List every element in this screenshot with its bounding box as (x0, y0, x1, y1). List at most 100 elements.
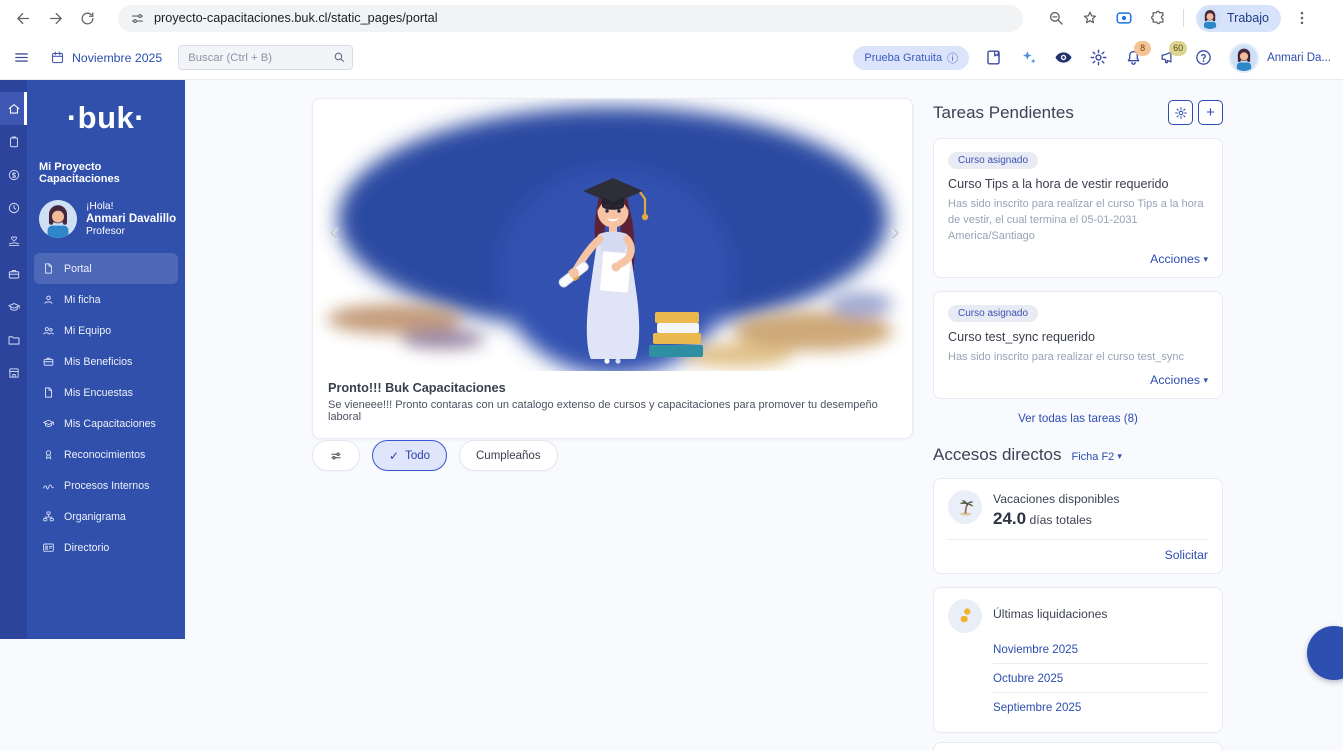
preview-eye-icon[interactable] (1054, 48, 1074, 68)
announcements-count-badge: 60 (1169, 41, 1187, 56)
solicitar-link[interactable]: Solicitar (948, 548, 1208, 562)
vacations-card: Vacaciones disponibles 24.0 días totales… (933, 478, 1223, 574)
rail-home-icon[interactable] (0, 92, 27, 125)
task-actions-dropdown[interactable]: Acciones ▾ (948, 252, 1208, 266)
task-description: Has sido inscrito para realizar el curso… (948, 350, 1208, 366)
media-control-icon[interactable] (1111, 5, 1137, 31)
notifications-bell-icon[interactable]: 8 (1124, 48, 1144, 68)
company-name: Mi Proyecto Capacitaciones (39, 161, 185, 185)
rail-wellness-icon[interactable] (0, 224, 27, 257)
sidebar-item-mi-equipo[interactable]: Mi Equipo (34, 315, 178, 346)
sidebar-item-mi-ficha[interactable]: Mi ficha (34, 284, 178, 315)
task-actions-dropdown[interactable]: Acciones ▾ (948, 373, 1208, 387)
carousel-next-icon[interactable]: › (890, 217, 900, 247)
rail-remunerations-icon[interactable] (0, 158, 27, 191)
search-icon[interactable] (332, 50, 346, 64)
graduation-illustration (313, 99, 912, 371)
payslip-month-link[interactable]: Octubre 2025 (993, 664, 1208, 693)
filter-settings-chip[interactable] (312, 440, 360, 471)
sidebar-item-portal[interactable]: Portal (34, 253, 178, 284)
tasks-add-button[interactable]: + (1198, 100, 1223, 125)
rail-clipboard-icon[interactable] (0, 125, 27, 158)
right-panel: Tareas Pendientes + Curso asignado Curso… (933, 100, 1223, 751)
forward-icon[interactable] (42, 5, 68, 31)
carousel-subtitle: Se vieneee!!! Pronto contaras con un cat… (328, 399, 897, 423)
view-all-tasks-link[interactable]: Ver todas las tareas (8) (933, 412, 1223, 425)
signature-icon (42, 479, 55, 492)
payslips-card: Últimas liquidaciones Noviembre 2025 Oct… (933, 587, 1223, 733)
rail-training-icon[interactable] (0, 290, 27, 323)
feed-filters: ✓ Todo Cumpleaños (312, 440, 558, 471)
sidebar-user-name: Anmari Davalillo (86, 213, 176, 225)
browser-profile-chip[interactable]: Trabajo (1196, 5, 1281, 32)
sidebar-item-organigrama[interactable]: Organigrama (34, 501, 178, 532)
trial-badge[interactable]: Prueba Gratuita ⓘ (853, 46, 969, 70)
back-icon[interactable] (10, 5, 36, 31)
payslip-month-link[interactable]: Noviembre 2025 (993, 635, 1208, 664)
sidebar-item-procesos-internos[interactable]: Procesos Internos (34, 470, 178, 501)
period-label: Noviembre 2025 (72, 51, 162, 65)
palm-tree-icon (948, 490, 982, 524)
org-chart-icon (42, 510, 55, 523)
sidebar-item-mis-beneficios[interactable]: Mis Beneficios (34, 346, 178, 377)
document-icon (42, 386, 55, 399)
browser-toolbar: proyecto-capacitaciones.buk.cl/static_pa… (0, 0, 1343, 36)
browser-menu-icon[interactable] (1289, 5, 1315, 31)
rail-benefits-icon[interactable] (0, 257, 27, 290)
portal-icon (42, 262, 55, 275)
sidebar-item-mis-encuestas[interactable]: Mis Encuestas (34, 377, 178, 408)
announcements-megaphone-icon[interactable]: 60 (1159, 48, 1179, 68)
carousel-image: ‹ › (313, 99, 912, 371)
site-settings-icon[interactable] (130, 11, 145, 26)
buk-logo[interactable]: ·buk· (27, 100, 185, 136)
vacations-days-suffix: días totales (1029, 513, 1091, 527)
greeting: ¡Hola! (86, 201, 176, 212)
zoom-out-icon[interactable] (1043, 5, 1069, 31)
reload-icon[interactable] (74, 5, 100, 31)
user-menu[interactable]: Anmari Da... (1229, 43, 1331, 73)
search-input[interactable] (178, 45, 353, 70)
sidebar-avatar (39, 200, 77, 238)
task-actions-label: Acciones (1150, 252, 1200, 266)
task-title: Curso test_sync requerido (948, 330, 1208, 344)
menu-label: Procesos Internos (64, 480, 149, 492)
extensions-icon[interactable] (1145, 5, 1171, 31)
check-icon: ✓ (389, 449, 399, 463)
person-icon (42, 293, 55, 306)
announcement-carousel: ‹ › Pronto!!! Buk Capacitaciones Se vien… (312, 98, 913, 439)
bookmark-save-icon[interactable] (984, 48, 1004, 68)
vacations-label: Vacaciones disponibles (993, 492, 1119, 506)
global-search (178, 45, 353, 70)
sidebar-item-mis-capacitaciones[interactable]: Mis Capacitaciones (34, 408, 178, 439)
ficha-selector[interactable]: Ficha F2 ▾ (1072, 451, 1122, 463)
ai-sparkles-icon[interactable] (1019, 48, 1039, 68)
help-icon[interactable] (1194, 48, 1214, 68)
rail-documents-icon[interactable] (0, 323, 27, 356)
filter-cumpleanos-chip[interactable]: Cumpleaños (459, 440, 558, 471)
rail-marketplace-icon[interactable] (0, 356, 27, 389)
hamburger-menu-icon[interactable] (6, 43, 36, 73)
bookmark-star-icon[interactable] (1077, 5, 1103, 31)
sidebar-item-directorio[interactable]: Directorio (34, 532, 178, 563)
tasks-settings-button[interactable] (1168, 100, 1193, 125)
task-card: Curso asignado Curso test_sync requerido… (933, 291, 1223, 399)
filter-todo-chip[interactable]: ✓ Todo (372, 440, 447, 471)
sidebar-profile[interactable]: ¡Hola! Anmari Davalillo Profesor (39, 200, 185, 238)
profile-name: Trabajo (1227, 11, 1269, 25)
settings-gear-icon[interactable] (1089, 48, 1109, 68)
next-card-edge (933, 742, 1223, 751)
id-card-icon (42, 541, 55, 554)
menu-label: Directorio (64, 542, 109, 554)
payslip-month-link[interactable]: Septiembre 2025 (993, 693, 1208, 721)
task-title: Curso Tips a la hora de vestir requerido (948, 177, 1208, 191)
ficha-selector-label: Ficha F2 (1072, 451, 1115, 463)
caret-down-icon: ▾ (1117, 451, 1122, 461)
rail-time-icon[interactable] (0, 191, 27, 224)
tasks-title: Tareas Pendientes (933, 103, 1074, 123)
period-selector[interactable]: Noviembre 2025 (50, 50, 162, 65)
sidebar-item-reconocimientos[interactable]: Reconocimientos (34, 439, 178, 470)
carousel-prev-icon[interactable]: ‹ (329, 217, 339, 247)
sidebar-user-role: Profesor (86, 226, 176, 237)
calendar-icon (50, 50, 65, 65)
address-bar[interactable]: proyecto-capacitaciones.buk.cl/static_pa… (118, 5, 1023, 32)
